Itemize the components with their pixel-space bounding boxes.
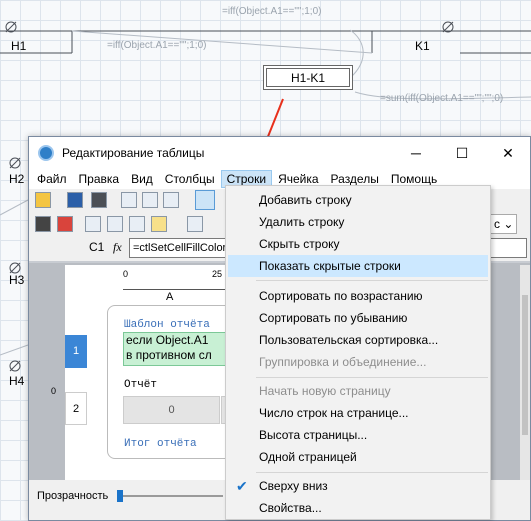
menu-item-custom-sort[interactable]: Пользовательская сортировка... — [228, 329, 488, 351]
menu-item-add-row[interactable]: Добавить строку — [228, 189, 488, 211]
menu-item-top-down-label: Сверху вниз — [259, 479, 328, 493]
node-label-h1: H1 — [11, 39, 27, 53]
node-h1-k1[interactable]: H1-K1 — [263, 65, 353, 90]
minimize-button[interactable]: ─ — [393, 137, 439, 169]
close-button[interactable]: ✕ — [485, 137, 531, 169]
condition-line-1: если Object.A1 — [126, 333, 209, 347]
menu-item-delete-row[interactable]: Удалить строку — [228, 211, 488, 233]
edge-label: =sum(iff(Object.A1=="";"";0) — [380, 93, 504, 104]
menu-separator — [256, 377, 488, 378]
link-icon[interactable] — [163, 192, 179, 208]
condition-line-2: в противном сл — [126, 348, 212, 362]
report-footer: Итог отчёта — [124, 438, 197, 450]
edge-label: =iff(Object.A1=="";1;0) — [222, 6, 322, 17]
menu-item-sort-asc[interactable]: Сортировать по возрастанию — [228, 285, 488, 307]
menu-file[interactable]: Файл — [31, 170, 73, 188]
menu-item-grouping: Группировка и объединение... — [259, 355, 427, 369]
save-icon[interactable] — [67, 192, 83, 208]
ruler-tick-0: 0 — [123, 269, 129, 279]
menu-view[interactable]: Вид — [125, 170, 159, 188]
condition-cell[interactable]: если Object.A1 в противном сл — [123, 332, 231, 366]
report-label: Отчёт — [124, 379, 158, 391]
cut-icon[interactable] — [35, 216, 51, 232]
node-label-k1: K1 — [415, 39, 430, 53]
template-title: Шаблон отчёта — [124, 319, 210, 331]
app-icon — [38, 145, 54, 161]
edge-label: =iff(Object.A1=="";1;0) — [107, 40, 207, 51]
delete-icon[interactable] — [142, 192, 158, 208]
rows-context-menu: Добавить строку Удалить строку Скрыть ст… — [225, 185, 491, 520]
transparency-label: Прозрачность — [37, 490, 109, 502]
menu-item-properties[interactable]: Свойства... — [228, 497, 488, 519]
row-header-2[interactable]: 2 — [65, 392, 87, 425]
node-h1-k1-label: H1-K1 — [266, 68, 350, 87]
menu-columns[interactable]: Столбцы — [159, 170, 221, 188]
checkmark-icon: ✔ — [236, 478, 248, 494]
vertical-scrollbar[interactable] — [520, 265, 530, 480]
fx-icon: fx — [113, 240, 122, 254]
insert-col-icon[interactable] — [129, 216, 145, 232]
title-bar: Редактирование таблицы ─ ☐ ✕ — [29, 137, 530, 169]
menu-item-top-down[interactable]: ✔ Сверху вниз — [228, 475, 488, 497]
cell-reference: C1 — [89, 240, 105, 254]
brush-icon[interactable] — [57, 216, 73, 232]
menu-item-sort-desc[interactable]: Сортировать по убыванию — [228, 307, 488, 329]
menu-item-show-hidden-rows[interactable]: Показать скрытые строки — [228, 255, 488, 277]
open-folder-icon[interactable] — [35, 192, 51, 208]
style-combo-value: с — [494, 217, 500, 231]
menu-separator — [256, 472, 488, 473]
maximize-button[interactable]: ☐ — [439, 137, 485, 169]
menu-separator — [256, 280, 488, 281]
window-title: Редактирование таблицы — [62, 146, 205, 160]
node-label-h2: H2 — [9, 172, 25, 186]
format-icon[interactable] — [151, 216, 167, 232]
insert-row-icon[interactable] — [107, 216, 123, 232]
value-cell[interactable]: 0 — [123, 396, 220, 424]
node-label-h4: H4 — [9, 374, 25, 388]
menu-item-rows-per-page[interactable]: Число строк на странице... — [228, 402, 488, 424]
scrollbar-thumb[interactable] — [522, 295, 528, 435]
row-header-1[interactable]: 1 — [65, 335, 87, 368]
preview-eye-icon[interactable] — [195, 190, 215, 210]
menu-item-hide-row[interactable]: Скрыть строку — [228, 233, 488, 255]
borders-icon[interactable] — [187, 216, 203, 232]
menu-edit[interactable]: Правка — [73, 170, 126, 188]
row-ruler-0: 0 — [51, 386, 57, 396]
grid-icon[interactable] — [85, 216, 101, 232]
column-header-a[interactable]: A — [166, 291, 173, 303]
style-combo[interactable]: с ⌄ — [489, 214, 517, 234]
menu-item-new-page: Начать новую страницу — [259, 384, 391, 398]
copy-icon[interactable] — [121, 192, 137, 208]
menu-item-single-page[interactable]: Одной страницей — [228, 446, 488, 468]
slider-track — [123, 495, 223, 497]
ruler-tick-25: 25 — [212, 269, 223, 279]
node-label-h3: H3 — [9, 273, 25, 287]
menu-item-page-height[interactable]: Высота страницы... — [228, 424, 488, 446]
print-icon[interactable] — [91, 192, 107, 208]
